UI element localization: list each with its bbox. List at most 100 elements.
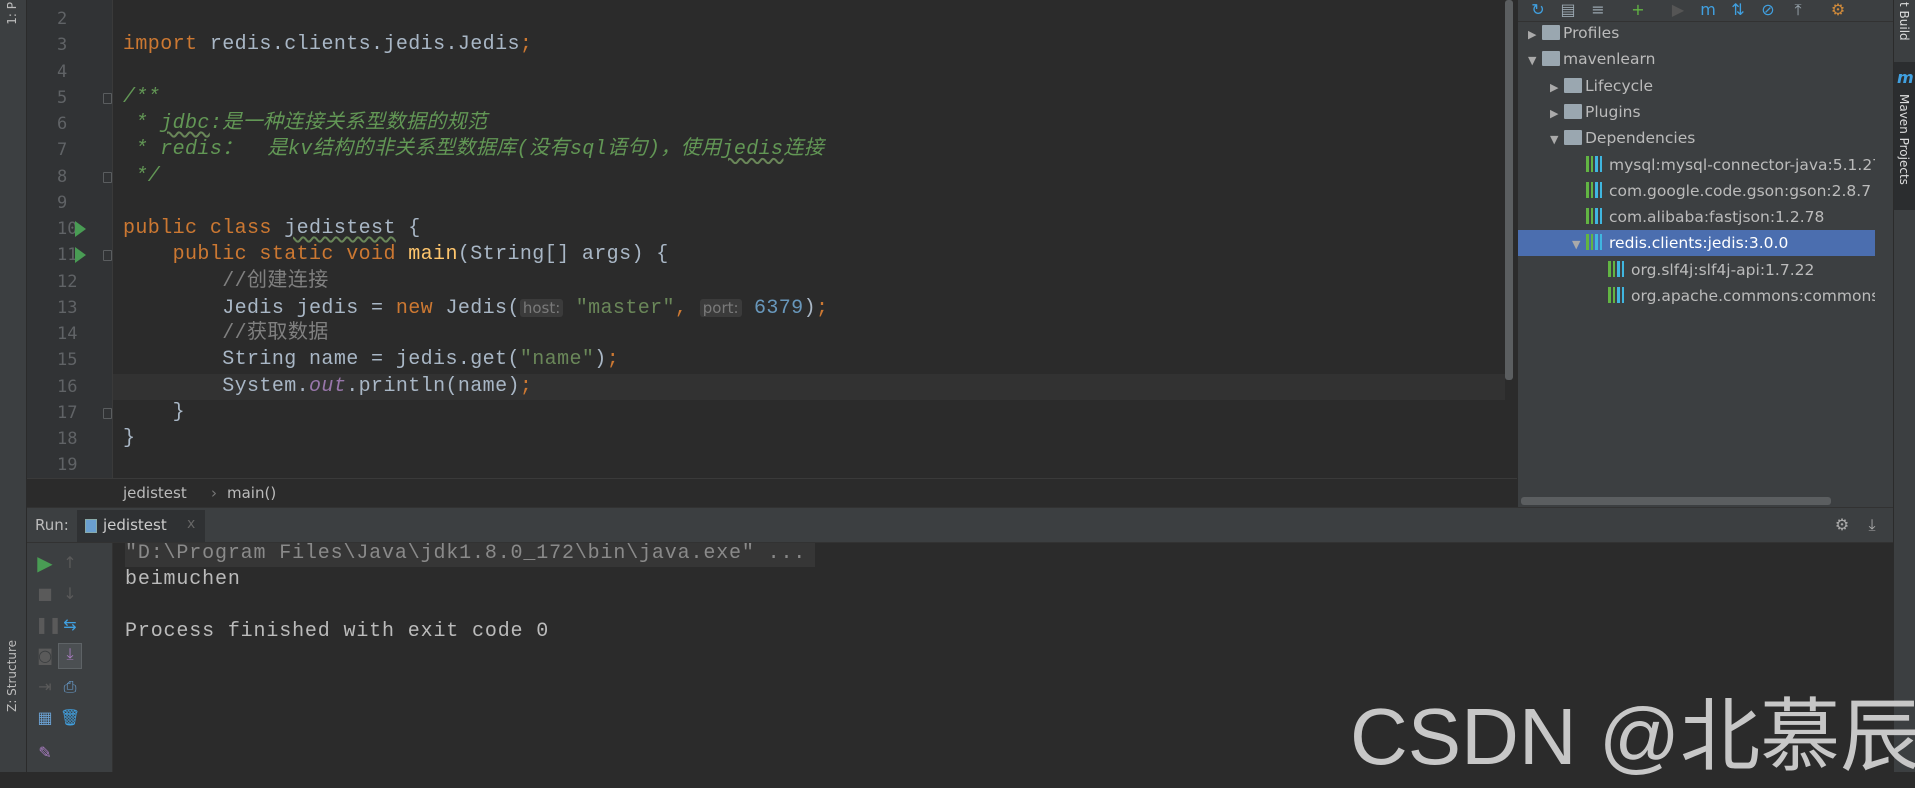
toggle-offline-icon[interactable]: ⇅ <box>1728 0 1748 20</box>
code-token: //创建连接 <box>123 269 329 293</box>
maven-tree-item[interactable]: ▼ mavenlearn <box>1518 46 1875 72</box>
editor-scrollbar[interactable] <box>1505 0 1513 380</box>
collapse-all-icon[interactable]: ⤒ <box>1788 0 1808 20</box>
maven-tree-label: mysql:mysql-connector-java:5.1.27 <box>1609 155 1875 174</box>
run-goal-icon[interactable]: ▶ <box>1668 0 1688 20</box>
breadcrumb-class[interactable]: jedistest <box>123 484 187 502</box>
code-token: 6379 <box>741 296 804 320</box>
expand-arrow-icon[interactable]: ▼ <box>1550 127 1564 151</box>
fold-marker-icon[interactable] <box>103 92 112 104</box>
run-tab-jedistest[interactable]: jedistest x <box>77 510 205 542</box>
maven-settings-icon[interactable]: ⚙ <box>1828 0 1848 20</box>
maven-tree-item[interactable]: ▶ Plugins <box>1518 99 1875 125</box>
run-toolbar: ▶ ■ ❚❚ ◙ ⇥ ▦ ✎ ↑ ↓ ⇆ ⤓ ⎙ 🗑 <box>27 543 113 772</box>
gear-icon[interactable]: ⚙ <box>1832 515 1852 535</box>
line-number: 3 <box>57 35 68 56</box>
run-config-icon <box>85 519 97 533</box>
hide-panel-icon[interactable]: ⤓ <box>1862 515 1882 535</box>
left-tool-strip: 1: P Z: Structure <box>0 0 27 772</box>
code-editor[interactable]: import redis.clients.jedis.Jedis; /** * j… <box>113 0 1505 478</box>
maven-tree-item[interactable]: com.alibaba:fastjson:1.2.78 <box>1518 204 1875 230</box>
maven-icon: m <box>1897 68 1914 87</box>
code-token: /** <box>123 85 161 109</box>
collapse-arrow-icon[interactable]: ▶ <box>1550 101 1564 125</box>
trash-icon[interactable]: 🗑 <box>60 708 80 728</box>
line-number: 8 <box>57 166 68 187</box>
code-line: } <box>123 400 185 426</box>
print-icon[interactable]: ⎙ <box>60 677 80 697</box>
up-arrow-icon[interactable]: ↑ <box>60 553 80 573</box>
maven-projects-tab[interactable]: m Maven Projects <box>1894 62 1915 210</box>
expand-arrow-icon[interactable]: ▼ <box>1528 48 1542 72</box>
editor-gutter: 2 3 4 5 6 7 8 9 10 11 12 13 14 15 16 17 18 19 <box>27 0 113 478</box>
folder-library-icon <box>1564 130 1582 146</box>
code-line: * redis： 是kv结构的非关系型数据库(没有sql语句)，使用jedis连… <box>123 137 824 163</box>
build-tool-tab[interactable]: t Build <box>1897 2 1911 41</box>
download-icon[interactable]: ≡ <box>1588 0 1608 20</box>
structure-tool-tab[interactable]: Z: Structure <box>5 640 19 712</box>
folder-profiles-icon <box>1542 25 1560 40</box>
rerun-icon[interactable]: ▶ <box>35 553 55 573</box>
skip-tests-icon[interactable]: ⊘ <box>1758 0 1778 20</box>
soft-wrap-icon[interactable]: ⇆ <box>60 615 80 635</box>
code-token: new <box>395 296 446 320</box>
expand-arrow-icon[interactable]: ▼ <box>1572 232 1586 256</box>
maven-module-icon <box>1542 51 1560 67</box>
code-line: public static void main(String[] args) { <box>123 242 669 268</box>
code-token: Jedis jedis = <box>123 296 396 320</box>
code-line: } <box>123 426 135 452</box>
maven-tree-label: org.slf4j:slf4j-api:1.7.22 <box>1631 260 1815 279</box>
execute-maven-goal-icon[interactable]: m <box>1698 0 1718 20</box>
line-number: 12 <box>57 271 78 292</box>
line-number: 18 <box>57 429 78 449</box>
maven-tree-label: com.alibaba:fastjson:1.2.78 <box>1609 208 1825 227</box>
breadcrumb-method[interactable]: main() <box>227 484 276 502</box>
generate-sources-icon[interactable]: ▤ <box>1558 0 1578 20</box>
run-gutter-icon[interactable] <box>75 247 86 264</box>
layout-icon[interactable]: ▦ <box>35 708 55 728</box>
code-line: String name = jedis.get("name"); <box>123 347 619 373</box>
line-number: 9 <box>57 192 68 213</box>
library-icon <box>1586 181 1606 198</box>
line-number: 2 <box>57 9 68 29</box>
folder-gear-icon <box>1564 103 1582 119</box>
watermark: CSDN @北慕辰 <box>1350 692 1915 781</box>
code-token: ) <box>803 296 816 320</box>
down-arrow-icon[interactable]: ↓ <box>60 584 80 604</box>
code-line: */ <box>123 164 160 190</box>
fold-marker-icon[interactable] <box>103 171 112 183</box>
maven-tree-item[interactable]: ▶ Lifecycle <box>1518 73 1875 99</box>
collapse-arrow-icon[interactable]: ▶ <box>1528 22 1542 46</box>
exit-icon[interactable]: ⇥ <box>35 677 55 697</box>
maven-projects-label: Maven Projects <box>1897 94 1911 185</box>
scroll-to-end-icon[interactable]: ⤓ <box>58 643 82 669</box>
project-tool-tab[interactable]: 1: P <box>5 2 19 25</box>
code-line: public class jedistest { <box>123 216 421 242</box>
code-token: ) <box>594 348 607 372</box>
close-tab-icon[interactable]: x <box>187 516 195 532</box>
maven-tree-item[interactable]: ▼ redis.clients:jedis:3.0.0 <box>1518 230 1875 257</box>
code-token: ; <box>519 374 533 398</box>
fold-marker-icon[interactable] <box>103 407 112 419</box>
console-line: beimuchen <box>125 568 241 591</box>
maven-tree-item[interactable]: mysql:mysql-connector-java:5.1.27 <box>1518 152 1875 178</box>
pause-icon[interactable]: ❚❚ <box>35 615 62 635</box>
stop-icon[interactable]: ■ <box>35 584 55 604</box>
run-label: Run: <box>35 516 69 534</box>
maven-tree-item[interactable]: ▶ Profiles <box>1518 20 1875 46</box>
collapse-arrow-icon[interactable]: ▶ <box>1550 75 1564 99</box>
add-icon[interactable]: + <box>1628 0 1648 20</box>
maven-tree-item[interactable]: org.apache.commons:commons-p <box>1518 283 1875 309</box>
maven-tree-item[interactable]: org.slf4j:slf4j-api:1.7.22 <box>1518 257 1875 283</box>
fold-marker-icon[interactable] <box>103 250 112 262</box>
maven-tree-item[interactable]: ▼ Dependencies <box>1518 125 1875 151</box>
code-token: { <box>395 217 421 240</box>
parameter-hint: port: <box>699 298 742 317</box>
dump-threads-icon[interactable]: ◙ <box>35 646 55 666</box>
pin-icon[interactable]: ✎ <box>35 743 55 763</box>
reimport-icon[interactable]: ↻ <box>1528 0 1548 20</box>
maven-tree-item[interactable]: com.google.code.gson:gson:2.8.7 <box>1518 178 1875 204</box>
maven-horizontal-scrollbar[interactable] <box>1521 497 1831 505</box>
code-token: "name" <box>519 348 595 372</box>
run-gutter-icon[interactable] <box>75 221 86 237</box>
